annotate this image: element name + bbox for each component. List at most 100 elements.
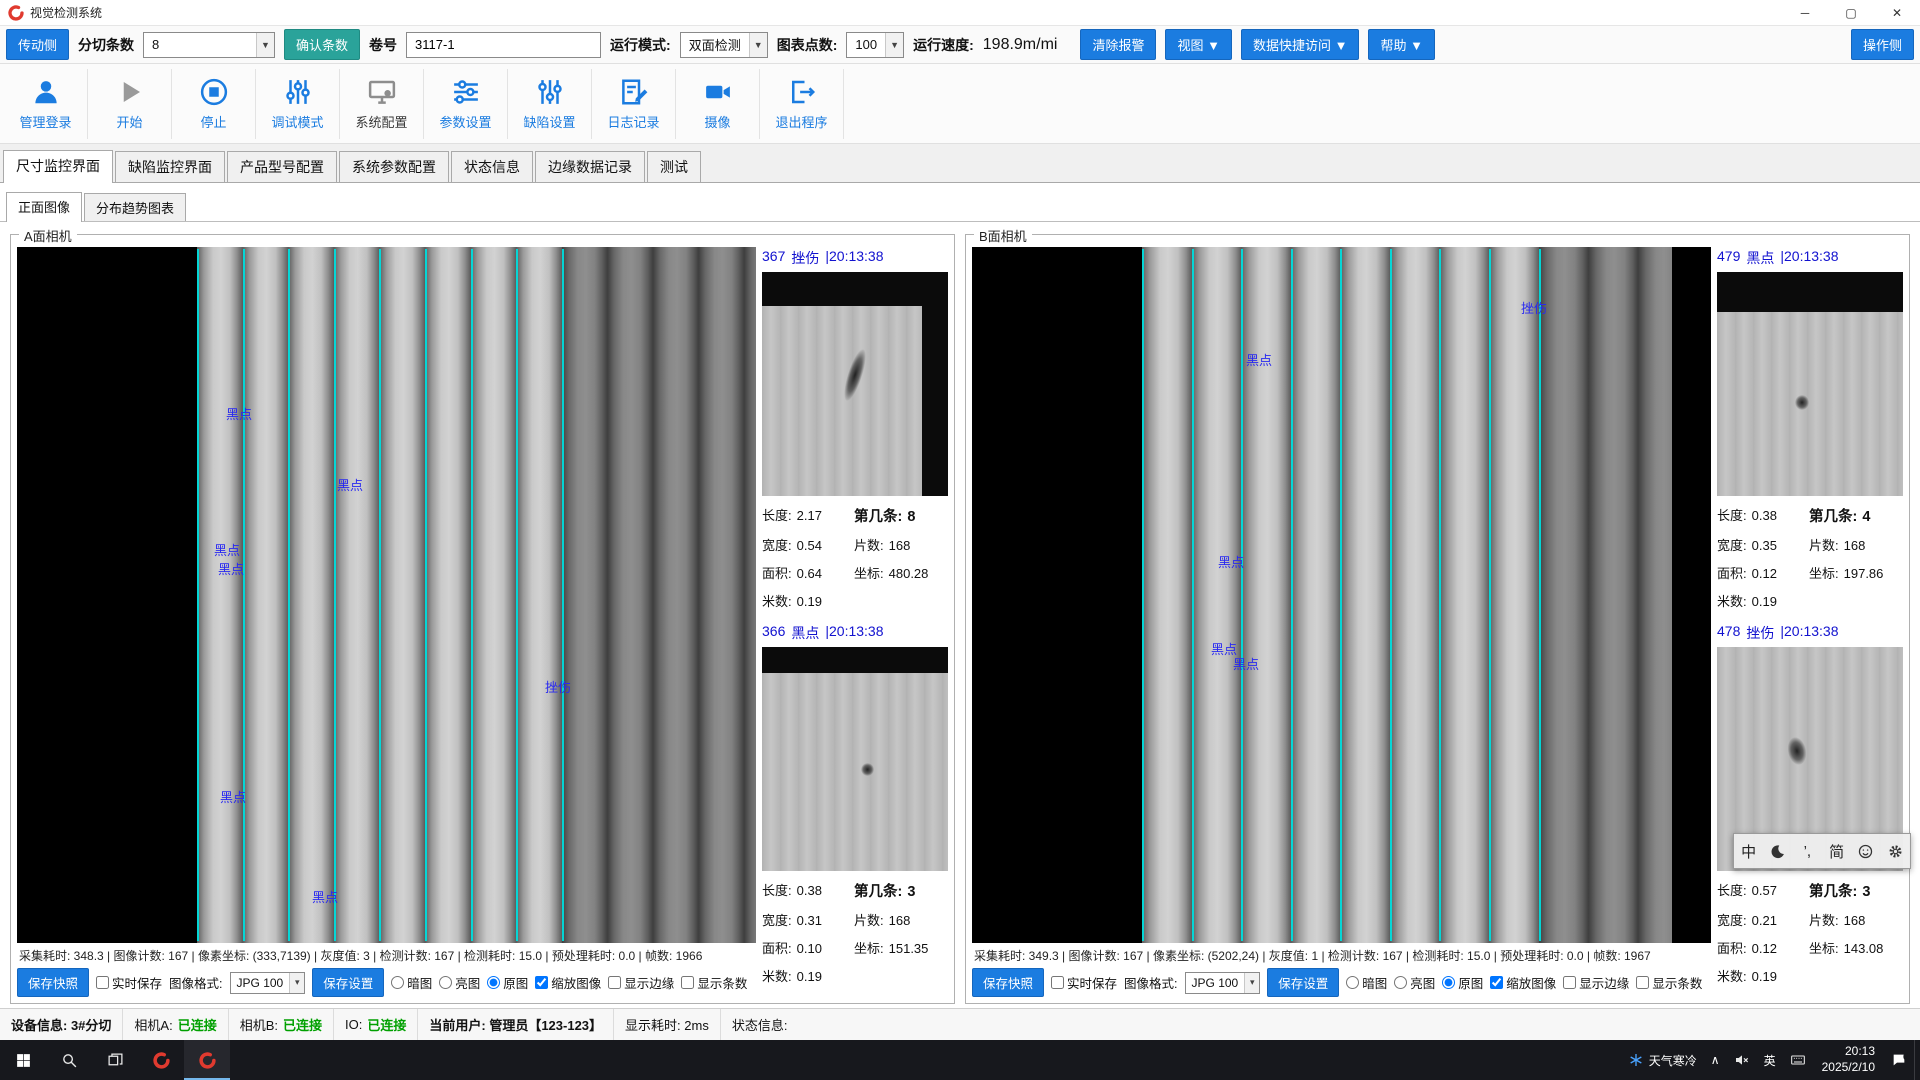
defect-header: 479黑点|20:13:38 [1717,247,1903,272]
image-format-select[interactable]: JPG 100▾ [230,972,306,994]
save-settings-button[interactable]: 保存设置 [312,968,384,997]
defect-card[interactable]: 478挫伤|20:13:38 长度:0.57 第几条:3 宽度:0.21 片数:… [1717,622,1903,985]
touch-keyboard-button[interactable] [1783,1040,1813,1080]
realtime-save-checkbox[interactable]: 实时保存 [1051,973,1117,992]
original-image-radio[interactable]: 原图 [1442,973,1483,992]
camera-image-a[interactable]: 黑点 黑点 黑点 黑点 挫伤 黑点 黑点 [17,247,756,943]
view-menu-button[interactable]: 视图 ▼ [1165,29,1231,60]
tab-test[interactable]: 测试 [647,151,701,182]
task-view-button[interactable] [92,1040,138,1080]
strip-line [1489,249,1491,941]
show-count-checkbox[interactable]: 显示条数 [681,973,747,992]
defect-thumbnail[interactable] [762,647,948,871]
action-center-button[interactable]: 6 [1884,1040,1914,1080]
dropdown-arrow-icon: ▼ [256,33,274,57]
display-time: 显示耗时: 2ms [614,1009,721,1040]
windows-logo-icon [15,1052,32,1069]
dark-image-radio[interactable]: 暗图 [1346,973,1387,992]
help-menu-button[interactable]: 帮助 ▼ [1368,29,1434,60]
bright-image-radio[interactable]: 亮图 [439,973,480,992]
save-snapshot-button[interactable]: 保存快照 [17,968,89,997]
save-snapshot-button[interactable]: 保存快照 [972,968,1044,997]
monitor-gear-icon [367,77,397,107]
operate-side-button[interactable]: 操作侧 [1851,29,1914,60]
stat-strip-no: 第几条:4 [1809,505,1903,526]
defect-thumbnail[interactable] [762,272,948,496]
stat-strip-no: 第几条:8 [854,505,948,526]
taskbar-app-pinned[interactable] [138,1040,184,1080]
system-config-button[interactable]: 系统配置 [340,69,424,139]
log-record-button[interactable]: 日志记录 [592,69,676,139]
defect-card[interactable]: 479黑点|20:13:38 长度:0.38 第几条:4 宽度:0.35 片数:… [1717,247,1903,610]
ime-simplified-button[interactable]: 简 [1824,836,1850,866]
tab-system-params[interactable]: 系统参数配置 [339,151,449,182]
minimize-button[interactable]: ─ [1782,0,1828,25]
taskbar-app-running[interactable] [184,1040,230,1080]
admin-login-button[interactable]: 管理登录 [4,69,88,139]
slit-count-select[interactable]: 8 ▼ [143,32,275,58]
io-status: 已连接 [367,1015,406,1034]
defect-label: 黑点 [1233,654,1259,673]
defect-card[interactable]: 367挫伤|20:13:38 长度:2.17 第几条:8 宽度:0.54 片数:… [762,247,948,610]
weather-widget[interactable]: 天气寒冷 [1621,1040,1704,1080]
tab-defect-monitor[interactable]: 缺陷监控界面 [115,151,225,182]
current-user: 当前用户: 管理员【123-123】 [418,1009,614,1040]
strip-line [1539,249,1541,941]
ime-settings-gear-icon[interactable] [1882,836,1908,866]
save-settings-button[interactable]: 保存设置 [1267,968,1339,997]
start-menu-button[interactable] [0,1040,46,1080]
tab-product-config[interactable]: 产品型号配置 [227,151,337,182]
data-quick-access-button[interactable]: 数据快捷访问 ▼ [1241,29,1359,60]
stat-coord: 坐标:480.28 [854,563,948,582]
run-mode-select[interactable]: 双面检测 ▼ [680,32,768,58]
camera-image-b[interactable]: 挫伤 黑点 黑点 黑点 黑点 [972,247,1711,943]
original-image-radio[interactable]: 原图 [487,973,528,992]
dark-image-radio[interactable]: 暗图 [391,973,432,992]
confirm-count-button[interactable]: 确认条数 [284,29,360,60]
defect-label: 黑点 [337,475,363,494]
defect-thumbnail[interactable] [1717,272,1903,496]
stat-meters: 米数:0.19 [762,591,854,610]
clear-alarm-button[interactable]: 清除报警 [1080,29,1156,60]
zoom-image-checkbox[interactable]: 缩放图像 [1490,973,1556,992]
ime-toolbar: 中 ’, 简 [1733,833,1911,869]
debug-mode-button[interactable]: 调试模式 [256,69,340,139]
subtab-front-image[interactable]: 正面图像 [6,192,82,222]
taskbar-search-button[interactable] [46,1040,92,1080]
ime-language-indicator[interactable]: 英 [1757,1040,1783,1080]
speaker-mute-icon [1734,1052,1750,1068]
defect-settings-button[interactable]: 缺陷设置 [508,69,592,139]
zoom-image-checkbox[interactable]: 缩放图像 [535,973,601,992]
image-format-select[interactable]: JPG 100▾ [1185,972,1261,994]
emoji-icon[interactable] [1853,836,1879,866]
defect-card[interactable]: 366黑点|20:13:38 长度:0.38 第几条:3 宽度:0.31 片数:… [762,622,948,985]
stop-button[interactable]: 停止 [172,69,256,139]
exit-program-button[interactable]: 退出程序 [760,69,844,139]
stat-width: 宽度:0.31 [762,910,854,929]
ime-lang-mode-button[interactable]: 中 [1736,836,1762,866]
show-edge-checkbox[interactable]: 显示边缘 [1563,973,1629,992]
realtime-save-checkbox[interactable]: 实时保存 [96,973,162,992]
chart-points-select[interactable]: 100 ▼ [846,32,904,58]
close-button[interactable]: ✕ [1874,0,1920,25]
tab-status-info[interactable]: 状态信息 [451,151,533,182]
roll-number-input[interactable] [406,32,601,58]
subtab-trend-chart[interactable]: 分布趋势图表 [84,193,186,221]
tray-overflow-chevron[interactable]: ∧ [1704,1040,1727,1080]
stat-length: 长度:0.38 [1717,505,1809,526]
tab-edge-data[interactable]: 边缘数据记录 [535,151,645,182]
ime-punctuation-button[interactable]: ’, [1794,836,1820,866]
param-settings-button[interactable]: 参数设置 [424,69,508,139]
bright-image-radio[interactable]: 亮图 [1394,973,1435,992]
moon-shape-mode-icon[interactable] [1765,836,1791,866]
show-edge-checkbox[interactable]: 显示边缘 [608,973,674,992]
tab-size-monitor[interactable]: 尺寸监控界面 [3,150,113,183]
show-desktop-button[interactable] [1914,1040,1920,1080]
start-button[interactable]: 开始 [88,69,172,139]
show-count-checkbox[interactable]: 显示条数 [1636,973,1702,992]
taskbar-clock[interactable]: 20:13 2025/2/10 [1813,1040,1884,1080]
maximize-button[interactable]: ▢ [1828,0,1874,25]
camera-record-button[interactable]: 摄像 [676,69,760,139]
drive-side-button[interactable]: 传动侧 [6,29,69,60]
volume-button[interactable] [1727,1040,1757,1080]
